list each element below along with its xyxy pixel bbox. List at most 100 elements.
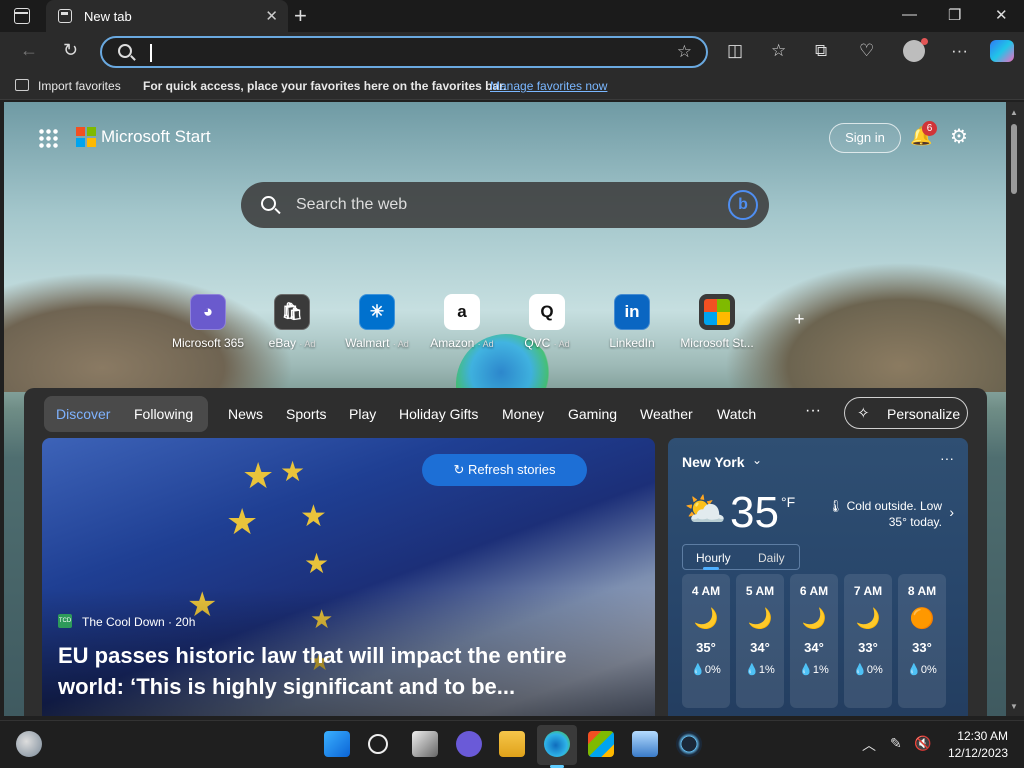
hourly-forecast-item[interactable]: 7 AM 🌙 33° 💧0% [844,574,892,708]
quick-link-tile[interactable]: ◕ Microsoft 365 [163,294,253,350]
hourly-forecast-item[interactable]: 4 AM 🌙 35° 💧0% [682,574,730,708]
quick-link-label: Walmart · Ad [332,336,422,350]
tab-hourly[interactable]: Hourly [696,551,731,565]
quick-link-glyph: ✳ [369,302,385,321]
pen-menu-icon[interactable]: ✎ [890,735,902,752]
forecast-precipitation: 💧1% [745,664,775,676]
quick-link-tile[interactable]: a Amazon · Ad [417,294,507,350]
weather-widget-icon[interactable] [16,731,42,757]
chevron-down-icon[interactable]: ⌄ [752,453,762,467]
forecast-condition-icon: 🌙 [855,608,881,630]
web-search-box[interactable]: Search the web b [241,182,769,228]
close-window-button[interactable]: ✕ [995,6,1008,24]
edge-icon[interactable] [544,731,570,757]
tab-sports[interactable]: Sports [286,406,326,422]
quick-link-tile[interactable]: Q QVC · Ad [502,294,592,350]
profile-avatar[interactable] [903,38,928,62]
import-favorites-icon [15,79,29,91]
tab-gaming[interactable]: Gaming [568,406,617,422]
quick-link-tile[interactable]: in LinkedIn [587,294,677,350]
feed-nav: Discover Following News Sports Play Holi… [24,396,987,432]
chevron-right-icon[interactable]: › [949,504,954,520]
show-hidden-icons-icon[interactable]: ︿ [862,735,876,755]
scroll-up-icon[interactable]: ▲ [1010,108,1018,117]
hourly-forecast-item[interactable]: 5 AM 🌙 34° 💧1% [736,574,784,708]
address-bar[interactable]: ☆ [100,36,708,68]
weather-more-icon[interactable]: ··· [940,450,954,466]
copilot-icon[interactable] [990,40,1014,62]
tab-actions-icon[interactable] [14,8,30,24]
refresh-stories-button[interactable]: ↻ Refresh stories [422,454,587,486]
tab-holiday-gifts[interactable]: Holiday Gifts [399,406,478,422]
browser-window: New tab ✕ + — ❐ ✕ ← ↻ ☆ ◫ ☆ ⧉ ♡ ··· Impo… [0,0,1024,720]
quick-link-icon: ✳ [359,294,395,330]
tab-weather[interactable]: Weather [640,406,693,422]
quick-link-label: eBay · Ad [247,336,337,350]
quick-link-glyph: a [457,302,467,321]
photos-app-icon[interactable] [632,731,658,757]
restore-button[interactable]: ❐ [948,6,961,24]
weather-card[interactable]: New York ⌄ ··· ⛅ 35 °F 🌡 Cold outside. L… [668,438,968,716]
split-screen-icon[interactable]: ◫ [727,41,743,61]
back-icon[interactable]: ← [20,40,38,61]
personalize-button[interactable]: ✧ Personalize [844,397,968,429]
close-tab-icon[interactable]: ✕ [265,7,278,25]
browser-essentials-icon[interactable]: ♡ [859,41,874,61]
network-sound-icon[interactable]: 🔇 [914,735,931,752]
steam-icon[interactable] [676,731,702,757]
eu-flag-star-icon: ★ [226,501,259,542]
app-launcher-icon[interactable] [38,128,58,148]
hero-story-card[interactable]: ★ ★ ★ ★ ★ ★ ★ ★ ↻ Refresh stories TCD Th… [42,438,655,716]
story-source: The Cool Down · 20h [82,615,196,629]
clock-date[interactable]: 12/12/2023 [940,746,1008,760]
brand-title[interactable]: Microsoft Start [101,127,211,147]
story-headline[interactable]: EU passes historic law that will impact … [58,640,618,702]
file-explorer-icon[interactable] [499,731,525,757]
taskbar-search-icon[interactable] [368,734,388,754]
start-windows-icon[interactable] [324,731,350,757]
store-icon[interactable] [588,731,614,757]
quick-link-tile[interactable]: 🛍 eBay · Ad [247,294,337,350]
quick-link-tile[interactable]: ✳ Walmart · Ad [332,294,422,350]
quick-link-tile[interactable]: Microsoft St... [672,294,762,350]
tab-money[interactable]: Money [502,406,544,422]
clock-time[interactable]: 12:30 AM [952,729,1008,743]
page-settings-gear-icon[interactable]: ⚙ [950,124,968,149]
tab-new-tab[interactable]: New tab ✕ [46,0,288,32]
quick-link-name: QVC [524,336,551,350]
page-scrollbar[interactable]: ▲ ▼ [1006,102,1024,716]
scroll-thumb[interactable] [1011,124,1017,194]
feed-more-icon[interactable]: ··· [805,402,821,420]
tab-play[interactable]: Play [349,406,376,422]
tab-daily[interactable]: Daily [758,551,785,565]
tab-following[interactable]: Following [134,406,193,422]
quick-link-name: eBay [268,336,296,350]
forecast-hour: 5 AM [745,584,775,598]
scroll-down-icon[interactable]: ▼ [1010,702,1018,711]
tab-discover[interactable]: Discover [56,406,110,422]
minimize-button[interactable]: — [902,6,917,23]
current-temperature: 35 [730,488,779,537]
refresh-icon[interactable]: ↻ [63,40,78,61]
tab-watch[interactable]: Watch [717,406,756,422]
collections-icon[interactable]: ⧉ [815,41,827,61]
search-input[interactable]: Search the web [296,196,407,214]
teams-chat-icon[interactable] [456,731,482,757]
task-view-icon[interactable] [412,731,438,757]
weather-city[interactable]: New York [682,454,745,470]
forecast-condition-icon: 🌙 [801,608,827,630]
sign-in-button[interactable]: Sign in [829,123,901,153]
temperature-unit[interactable]: °F [781,494,795,510]
manage-favorites-link[interactable]: Manage favorites now [490,79,607,93]
hourly-forecast-item[interactable]: 8 AM 🟠 33° 💧0% [898,574,946,708]
hourly-forecast-item[interactable]: 6 AM 🌙 34° 💧1% [790,574,838,708]
bing-chat-icon[interactable]: b [728,190,758,220]
settings-more-icon[interactable]: ··· [951,41,968,61]
quick-link-name: Amazon [430,336,475,350]
add-favorite-icon[interactable]: ☆ [677,42,692,62]
favorites-icon[interactable]: ☆ [771,41,786,61]
forecast-temperature: 33° [858,640,878,655]
import-favorites-button[interactable]: Import favorites [38,79,121,93]
tab-news[interactable]: News [228,406,263,422]
new-tab-button[interactable]: + [294,3,307,29]
